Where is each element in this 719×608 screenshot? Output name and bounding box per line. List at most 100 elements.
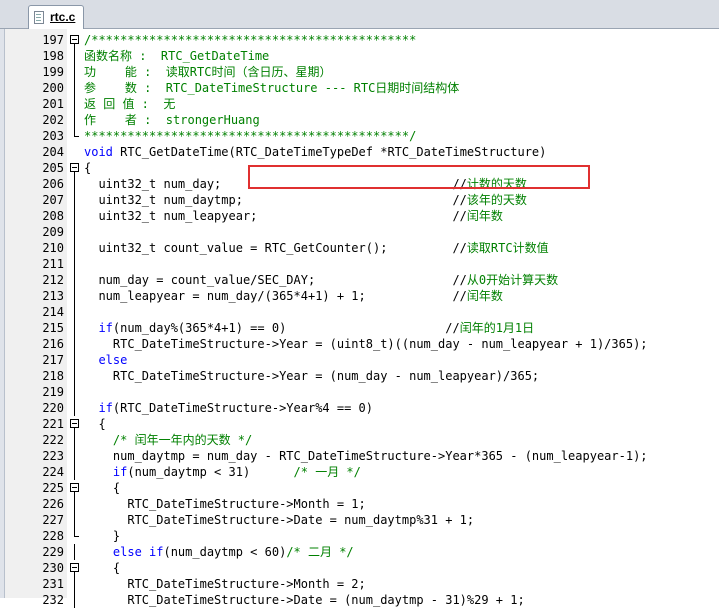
code-comment: 返 回 值 : 无 [84, 97, 176, 111]
fold-guide-line [70, 192, 80, 208]
code-comment: ****************************************… [84, 129, 417, 143]
code-line[interactable]: 215 if(num_day%(365*4+1) == 0) //闰年的1月1日 [0, 320, 719, 336]
line-number: 225 [42, 481, 64, 495]
code-keyword: if [84, 401, 113, 415]
fold-guide-line [70, 96, 80, 112]
line-number: 220 [42, 401, 64, 415]
line-number: 215 [42, 321, 64, 335]
code-token: (num_daytmp < 60) [163, 545, 287, 559]
fold-guide-line [70, 208, 80, 224]
code-line[interactable]: 230 { [0, 560, 719, 576]
code-keyword: void [84, 145, 113, 159]
fold-end-marker [70, 128, 80, 144]
code-editor[interactable]: 197 /************************************… [0, 29, 719, 608]
code-line[interactable]: 201 返 回 值 : 无 [0, 96, 719, 112]
line-number: 218 [42, 369, 64, 383]
code-line[interactable]: 223 num_daytmp = num_day - RTC_DateTimeS… [0, 448, 719, 464]
code-text: 函数名称 : RTC_GetDateTime [84, 48, 269, 64]
code-text: RTC_DateTimeStructure->Year = (uint8_t)(… [84, 336, 648, 352]
fold-guide-line [70, 176, 80, 192]
code-line[interactable]: 232 RTC_DateTimeStructure->Date = (num_d… [0, 592, 719, 608]
code-line[interactable]: 229 else if(num_daytmp < 60)/* 二月 */ [0, 544, 719, 560]
code-line[interactable]: 198 函数名称 : RTC_GetDateTime [0, 48, 719, 64]
fold-guide-line [70, 352, 80, 368]
code-text: uint32_t count_value = RTC_GetCounter();… [84, 240, 548, 256]
code-keyword: if [84, 465, 128, 479]
code-line[interactable]: 217 else [0, 352, 719, 368]
code-comment: /* 闰年一年内的天数 */ [84, 433, 253, 447]
code-line[interactable]: 200 参 数 : RTC_DateTimeStructure --- RTC日期… [0, 80, 719, 96]
code-line[interactable]: 197 /************************************… [0, 32, 719, 48]
file-icon [34, 11, 44, 24]
tab-rtc-c[interactable]: rtc.c [28, 5, 84, 29]
code-token: (num_daytmp < 31) [127, 465, 294, 479]
code-text: RTC_DateTimeStructure->Month = 2; [84, 576, 366, 592]
line-number: 206 [42, 177, 64, 191]
code-line[interactable]: 221 { [0, 416, 719, 432]
fold-guide-line [70, 496, 80, 512]
code-line[interactable]: 204 void RTC_GetDateTime(RTC_DateTimeType… [0, 144, 719, 160]
code-line[interactable]: 224 if(num_daytmp < 31) /* 一月 */ [0, 464, 719, 480]
code-line[interactable]: 228 } [0, 528, 719, 544]
code-token: RTC_DateTimeStructure->Date = num_daytmp… [84, 513, 475, 527]
code-line[interactable]: 219 [0, 384, 719, 400]
code-line[interactable]: 225 { [0, 480, 719, 496]
fold-guide-line [70, 272, 80, 288]
fold-toggle-icon[interactable] [70, 160, 80, 176]
fold-toggle-icon[interactable] [70, 416, 80, 432]
code-comment: /* 二月 */ [286, 545, 354, 559]
line-number: 208 [42, 209, 64, 223]
line-number: 203 [42, 129, 64, 143]
code-text: else [84, 352, 127, 368]
code-keyword: if [84, 321, 113, 335]
fold-guide-line [70, 464, 80, 480]
code-comment: 闰年数 [466, 289, 503, 303]
code-text: 功 能 : 读取RTC时间（含日历、星期） [84, 64, 331, 80]
fold-guide-line [70, 576, 80, 592]
code-text: 参 数 : RTC_DateTimeStructure --- RTC日期时间结… [84, 80, 459, 96]
line-number: 228 [42, 529, 64, 543]
code-text: RTC_DateTimeStructure->Date = num_daytmp… [84, 512, 474, 528]
code-line[interactable]: 227 RTC_DateTimeStructure->Date = num_da… [0, 512, 719, 528]
fold-toggle-icon[interactable] [70, 480, 80, 496]
fold-guide-line [70, 112, 80, 128]
fold-toggle-icon[interactable] [70, 560, 80, 576]
code-token: RTC_DateTimeStructure->Month = 2; [84, 577, 366, 591]
line-number: 213 [42, 289, 64, 303]
code-comment: 从0开始计算天数 [466, 273, 559, 287]
line-number: 211 [42, 257, 64, 271]
code-line[interactable]: 209 [0, 224, 719, 240]
code-text: } [84, 528, 120, 544]
code-text: RTC_DateTimeStructure->Year = (num_day -… [84, 368, 539, 384]
code-line[interactable]: 226 RTC_DateTimeStructure->Month = 1; [0, 496, 719, 512]
code-comment: /***************************************… [84, 33, 417, 47]
code-line[interactable]: 203 *************************************… [0, 128, 719, 144]
code-line[interactable]: 214 [0, 304, 719, 320]
fold-toggle-icon[interactable] [70, 32, 80, 48]
code-line[interactable]: 208 uint32_t num_leapyear; //闰年数 [0, 208, 719, 224]
tab-label: rtc.c [50, 10, 76, 24]
code-line[interactable]: 207 uint32_t num_daytmp; //该年的天数 [0, 192, 719, 208]
code-line[interactable]: 213 num_leapyear = num_day/(365*4+1) + 1… [0, 288, 719, 304]
code-line[interactable]: 231 RTC_DateTimeStructure->Month = 2; [0, 576, 719, 592]
code-line[interactable]: 210 uint32_t count_value = RTC_GetCounte… [0, 240, 719, 256]
line-number: 232 [42, 593, 64, 607]
code-line[interactable]: 222 /* 闰年一年内的天数 */ [0, 432, 719, 448]
code-line[interactable]: 216 RTC_DateTimeStructure->Year = (uint8… [0, 336, 719, 352]
code-text: num_daytmp = num_day - RTC_DateTimeStruc… [84, 448, 648, 464]
code-line[interactable]: 199 功 能 : 读取RTC时间（含日历、星期） [0, 64, 719, 80]
code-token: uint32_t num_leapyear; // [84, 209, 467, 223]
code-comment: 功 能 : 读取RTC时间（含日历、星期） [84, 65, 332, 79]
code-text: if(num_day%(365*4+1) == 0) //闰年的1月1日 [84, 320, 534, 336]
fold-guide-line [70, 304, 80, 320]
code-token: num_day = count_value/SEC_DAY; // [84, 273, 467, 287]
code-line[interactable]: 202 作 者 : strongerHuang [0, 112, 719, 128]
code-keyword: else if [84, 545, 164, 559]
code-line[interactable]: 212 num_day = count_value/SEC_DAY; //从0开… [0, 272, 719, 288]
code-text: else if(num_daytmp < 60)/* 二月 */ [84, 544, 354, 560]
code-line[interactable]: 218 RTC_DateTimeStructure->Year = (num_d… [0, 368, 719, 384]
code-token: { [84, 561, 121, 575]
code-line[interactable]: 211 [0, 256, 719, 272]
code-line[interactable]: 220 if(RTC_DateTimeStructure->Year%4 == … [0, 400, 719, 416]
line-number: 216 [42, 337, 64, 351]
